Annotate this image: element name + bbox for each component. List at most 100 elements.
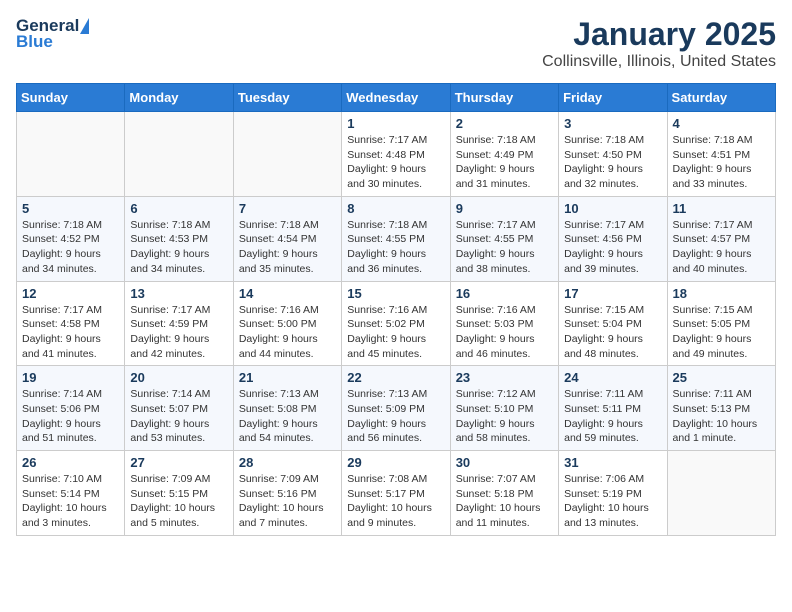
calendar-week-row: 26 Sunrise: 7:10 AMSunset: 5:14 PMDayligh… [17,451,776,536]
day-number: 3 [564,116,661,131]
day-info-line: Sunrise: 7:17 AM [673,218,770,233]
day-number: 26 [22,455,119,470]
day-info-line: Sunset: 4:55 PM [456,232,553,247]
calendar-cell: 27 Sunrise: 7:09 AMSunset: 5:15 PMDayligh… [125,451,233,536]
day-number: 11 [673,201,770,216]
day-info: Sunrise: 7:17 AMSunset: 4:57 PMDaylight:… [673,218,770,277]
day-info: Sunrise: 7:08 AMSunset: 5:17 PMDaylight:… [347,472,444,531]
calendar-cell: 14Sunrise: 7:16 AMSunset: 5:00 PMDayligh… [233,281,341,366]
day-info-line: Daylight: 10 hours and 9 minutes. [347,501,444,530]
logo: General Blue [16,16,90,52]
day-number: 22 [347,370,444,385]
day-number: 14 [239,286,336,301]
day-info-line: Sunset: 5:04 PM [564,317,661,332]
day-info: Sunrise: 7:13 AMSunset: 5:08 PMDaylight:… [239,387,336,446]
day-number: 19 [22,370,119,385]
day-number: 10 [564,201,661,216]
day-info-line: Sunrise: 7:12 AM [456,387,553,402]
day-number: 27 [130,455,227,470]
day-info-line: Sunrise: 7:15 AM [564,303,661,318]
col-header-saturday: Saturday [667,84,775,112]
calendar-cell: 31Sunrise: 7:06 AMSunset: 5:19 PMDayligh… [559,451,667,536]
day-info-line: Daylight: 10 hours and 1 minute. [673,417,770,446]
day-info-line: Sunset: 5:00 PM [239,317,336,332]
day-info: Sunrise: 7:14 AMSunset: 5:06 PMDaylight:… [22,387,119,446]
logo-blue: Blue [16,32,53,52]
day-info-line: Daylight: 9 hours and 34 minutes. [130,247,227,276]
day-info: Sunrise: 7:17 AMSunset: 4:48 PMDaylight:… [347,133,444,192]
day-info-line: Sunset: 5:08 PM [239,402,336,417]
day-number: 6 [130,201,227,216]
calendar-cell: 21 Sunrise: 7:13 AMSunset: 5:08 PMDayligh… [233,366,341,451]
calendar-cell: 9Sunrise: 7:17 AMSunset: 4:55 PMDaylight… [450,196,558,281]
day-info: Sunrise: 7:18 AMSunset: 4:54 PMDaylight:… [239,218,336,277]
col-header-wednesday: Wednesday [342,84,450,112]
day-info-line: Daylight: 9 hours and 56 minutes. [347,417,444,446]
calendar-cell: 11 Sunrise: 7:17 AMSunset: 4:57 PMDayligh… [667,196,775,281]
calendar-cell [233,112,341,197]
calendar-cell: 16Sunrise: 7:16 AMSunset: 5:03 PMDayligh… [450,281,558,366]
calendar-cell: 30Sunrise: 7:07 AMSunset: 5:18 PMDayligh… [450,451,558,536]
day-info: Sunrise: 7:15 AMSunset: 5:04 PMDaylight:… [564,303,661,362]
calendar-cell: 7Sunrise: 7:18 AMSunset: 4:54 PMDaylight… [233,196,341,281]
day-info-line: Sunrise: 7:18 AM [456,133,553,148]
day-info-line: Sunset: 5:10 PM [456,402,553,417]
day-info-line: Sunset: 5:07 PM [130,402,227,417]
day-number: 8 [347,201,444,216]
calendar-cell: 20Sunrise: 7:14 AMSunset: 5:07 PMDayligh… [125,366,233,451]
day-info-line: Sunrise: 7:13 AM [347,387,444,402]
calendar-cell: 2Sunrise: 7:18 AMSunset: 4:49 PMDaylight… [450,112,558,197]
calendar-week-row: 19 Sunrise: 7:14 AMSunset: 5:06 PMDayligh… [17,366,776,451]
day-info-line: Sunrise: 7:17 AM [130,303,227,318]
day-info: Sunrise: 7:10 AMSunset: 5:14 PMDaylight:… [22,472,119,531]
day-info-line: Sunrise: 7:06 AM [564,472,661,487]
day-info-line: Daylight: 9 hours and 30 minutes. [347,162,444,191]
col-header-sunday: Sunday [17,84,125,112]
day-info: Sunrise: 7:18 AMSunset: 4:50 PMDaylight:… [564,133,661,192]
calendar-cell: 29Sunrise: 7:08 AMSunset: 5:17 PMDayligh… [342,451,450,536]
day-info-line: Sunrise: 7:16 AM [239,303,336,318]
col-header-thursday: Thursday [450,84,558,112]
day-info-line: Sunset: 5:03 PM [456,317,553,332]
day-number: 21 [239,370,336,385]
day-info: Sunrise: 7:14 AMSunset: 5:07 PMDaylight:… [130,387,227,446]
calendar-cell [125,112,233,197]
day-info: Sunrise: 7:18 AMSunset: 4:55 PMDaylight:… [347,218,444,277]
day-info-line: Sunrise: 7:18 AM [239,218,336,233]
day-info: Sunrise: 7:16 AMSunset: 5:03 PMDaylight:… [456,303,553,362]
col-header-tuesday: Tuesday [233,84,341,112]
day-info: Sunrise: 7:15 AMSunset: 5:05 PMDaylight:… [673,303,770,362]
day-info-line: Daylight: 9 hours and 36 minutes. [347,247,444,276]
day-info: Sunrise: 7:09 AMSunset: 5:15 PMDaylight:… [130,472,227,531]
calendar-cell [17,112,125,197]
day-info-line: Sunrise: 7:15 AM [673,303,770,318]
calendar-cell: 28Sunrise: 7:09 AMSunset: 5:16 PMDayligh… [233,451,341,536]
calendar-cell: 19 Sunrise: 7:14 AMSunset: 5:06 PMDayligh… [17,366,125,451]
calendar-cell: 10Sunrise: 7:17 AMSunset: 4:56 PMDayligh… [559,196,667,281]
day-number: 5 [22,201,119,216]
day-info-line: Sunrise: 7:14 AM [22,387,119,402]
calendar-cell: 15Sunrise: 7:16 AMSunset: 5:02 PMDayligh… [342,281,450,366]
day-info-line: Daylight: 9 hours and 34 minutes. [22,247,119,276]
day-info-line: Daylight: 9 hours and 58 minutes. [456,417,553,446]
day-info-line: Sunset: 5:05 PM [673,317,770,332]
day-info: Sunrise: 7:07 AMSunset: 5:18 PMDaylight:… [456,472,553,531]
calendar-header-row: SundayMondayTuesdayWednesdayThursdayFrid… [17,84,776,112]
day-info-line: Sunset: 5:15 PM [130,487,227,502]
day-info-line: Sunrise: 7:18 AM [22,218,119,233]
day-info-line: Daylight: 10 hours and 7 minutes. [239,501,336,530]
day-info-line: Daylight: 9 hours and 48 minutes. [564,332,661,361]
day-number: 9 [456,201,553,216]
calendar-week-row: 1Sunrise: 7:17 AMSunset: 4:48 PMDaylight… [17,112,776,197]
day-info-line: Sunset: 4:51 PM [673,148,770,163]
day-info-line: Sunrise: 7:14 AM [130,387,227,402]
day-info-line: Daylight: 9 hours and 59 minutes. [564,417,661,446]
day-info-line: Sunset: 4:50 PM [564,148,661,163]
day-info-line: Sunset: 4:55 PM [347,232,444,247]
title-block: January 2025 Collinsville, Illinois, Uni… [542,16,776,71]
day-info-line: Sunset: 4:57 PM [673,232,770,247]
day-info-line: Daylight: 9 hours and 53 minutes. [130,417,227,446]
day-info-line: Sunrise: 7:13 AM [239,387,336,402]
day-info-line: Daylight: 9 hours and 42 minutes. [130,332,227,361]
day-info-line: Sunset: 4:54 PM [239,232,336,247]
